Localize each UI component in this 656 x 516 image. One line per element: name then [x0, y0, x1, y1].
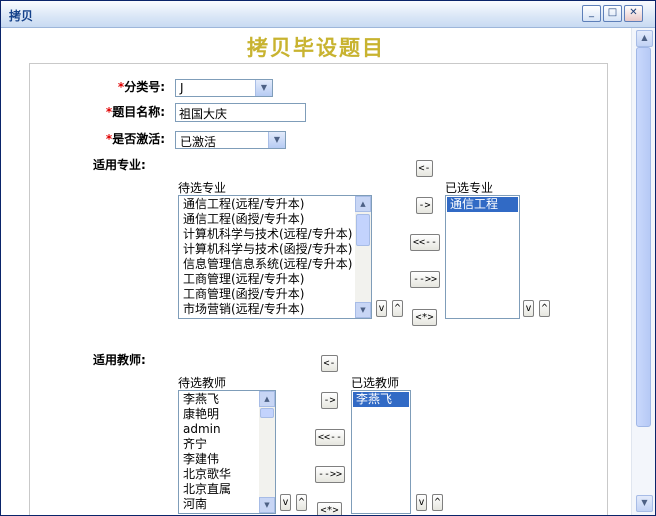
teachers-move-right-button[interactable]: ->: [321, 392, 338, 409]
available-teachers-list[interactable]: 李燕飞 康艳明 admin 齐宁 李建伟 北京歌华 北京直属 河南 ▲ ▼: [178, 390, 276, 514]
active-label: *是否激活:: [105, 132, 165, 146]
majors-reset-button[interactable]: <*>: [412, 309, 437, 326]
list-item[interactable]: 李建伟: [180, 452, 258, 467]
minimize-icon: _: [589, 7, 594, 18]
active-value: 已激活: [180, 135, 217, 149]
selected-majors-down-button[interactable]: v: [523, 300, 534, 317]
title-bar[interactable]: 拷贝 _ □ ✕: [1, 1, 655, 28]
available-teachers-up-button[interactable]: ^: [296, 494, 307, 511]
selected-majors-list[interactable]: 通信工程: [445, 195, 520, 319]
majors-move-all-left-button[interactable]: <<--: [410, 234, 440, 251]
teachers-label: 适用教师:: [93, 353, 146, 367]
list-item[interactable]: 信息管理信息系统(远程/专升本): [180, 257, 354, 272]
list-item[interactable]: 康艳明: [180, 407, 258, 422]
available-teachers-caption: 待选教师: [178, 376, 227, 390]
category-value: J: [180, 81, 184, 95]
list-scrollbar[interactable]: ▲ ▼: [355, 196, 371, 318]
list-scrollbar[interactable]: ▲ ▼: [259, 391, 275, 513]
list-item[interactable]: admin: [180, 422, 258, 437]
list-item[interactable]: 通信工程(函授/专升本): [180, 212, 354, 227]
selected-majors-caption: 已选专业: [445, 181, 494, 195]
minimize-button[interactable]: _: [582, 5, 601, 22]
available-majors-down-button[interactable]: v: [376, 300, 387, 317]
majors-move-right-button[interactable]: ->: [416, 197, 433, 214]
majors-move-left-button[interactable]: <-: [416, 160, 433, 177]
scroll-thumb[interactable]: [356, 214, 370, 246]
list-item[interactable]: 李燕飞: [180, 392, 258, 407]
teachers-move-all-right-button[interactable]: -->>: [315, 466, 345, 483]
majors-label: 适用专业:: [93, 158, 146, 172]
chevron-down-icon: ▼: [268, 132, 285, 148]
selected-teachers-down-button[interactable]: v: [416, 494, 427, 511]
list-item[interactable]: 北京歌华: [180, 467, 258, 482]
list-item[interactable]: 北京直属: [180, 482, 258, 497]
majors-move-all-right-button[interactable]: -->>: [410, 271, 440, 288]
active-select[interactable]: 已激活 ▼: [175, 131, 286, 149]
topic-name-label: *题目名称:: [105, 105, 165, 119]
selected-teachers-up-button[interactable]: ^: [432, 494, 443, 511]
topic-name-input[interactable]: 祖国大庆: [175, 103, 306, 122]
list-item[interactable]: 计算机科学与技术(远程/专升本): [180, 227, 354, 242]
arrow-down-icon[interactable]: ▼: [636, 495, 653, 512]
teachers-reset-button[interactable]: <*>: [317, 502, 342, 515]
list-item[interactable]: 计算机科学与技术(函授/专升本): [180, 242, 354, 257]
arrow-up-icon[interactable]: ▲: [636, 30, 653, 47]
available-teachers-down-button[interactable]: v: [280, 494, 291, 511]
window-title: 拷贝: [9, 9, 34, 23]
available-majors-list[interactable]: 通信工程(远程/专升本) 通信工程(函授/专升本) 计算机科学与技术(远程/专升…: [178, 195, 372, 319]
available-majors-caption: 待选专业: [178, 181, 227, 195]
scroll-thumb[interactable]: [636, 47, 651, 427]
arrow-up-icon[interactable]: ▲: [259, 391, 275, 407]
list-item[interactable]: 齐宁: [180, 437, 258, 452]
category-select[interactable]: J ▼: [175, 79, 273, 97]
available-majors-up-button[interactable]: ^: [392, 300, 403, 317]
selected-teachers-caption: 已选教师: [351, 376, 400, 390]
page-title: 拷贝毕设题目: [247, 35, 385, 60]
dialog-scrollbar[interactable]: ▲ ▼: [631, 28, 655, 515]
copy-dialog-window: 拷贝 _ □ ✕ 拷贝毕设题目 *分类号: J ▼ *题目名称: 祖国大庆 *是…: [0, 0, 656, 516]
close-icon: ✕: [629, 7, 638, 18]
selected-teachers-list[interactable]: 李燕飞: [351, 390, 411, 514]
list-item[interactable]: 市场营销(远程/专升本): [180, 302, 354, 317]
teachers-move-all-left-button[interactable]: <<--: [315, 429, 345, 446]
maximize-icon: □: [607, 7, 618, 18]
dialog-content: 拷贝毕设题目 *分类号: J ▼ *题目名称: 祖国大庆 *是否激活: 已激活 …: [1, 28, 631, 515]
list-item[interactable]: 通信工程: [447, 197, 518, 212]
category-label: *分类号:: [117, 80, 165, 94]
arrow-down-icon[interactable]: ▼: [355, 302, 371, 318]
chevron-down-icon: ▼: [255, 80, 272, 96]
list-item[interactable]: 李燕飞: [353, 392, 409, 407]
maximize-button[interactable]: □: [603, 5, 622, 22]
arrow-up-icon[interactable]: ▲: [355, 196, 371, 212]
arrow-down-icon[interactable]: ▼: [259, 497, 275, 513]
teachers-move-left-button[interactable]: <-: [321, 355, 338, 372]
selected-majors-up-button[interactable]: ^: [539, 300, 550, 317]
list-item[interactable]: 工商管理(函授/专升本): [180, 287, 354, 302]
list-item[interactable]: 工商管理(远程/专升本): [180, 272, 354, 287]
list-item[interactable]: 通信工程(远程/专升本): [180, 197, 354, 212]
scroll-thumb[interactable]: [260, 408, 274, 418]
close-button[interactable]: ✕: [624, 5, 643, 22]
list-item[interactable]: 河南: [180, 497, 258, 512]
